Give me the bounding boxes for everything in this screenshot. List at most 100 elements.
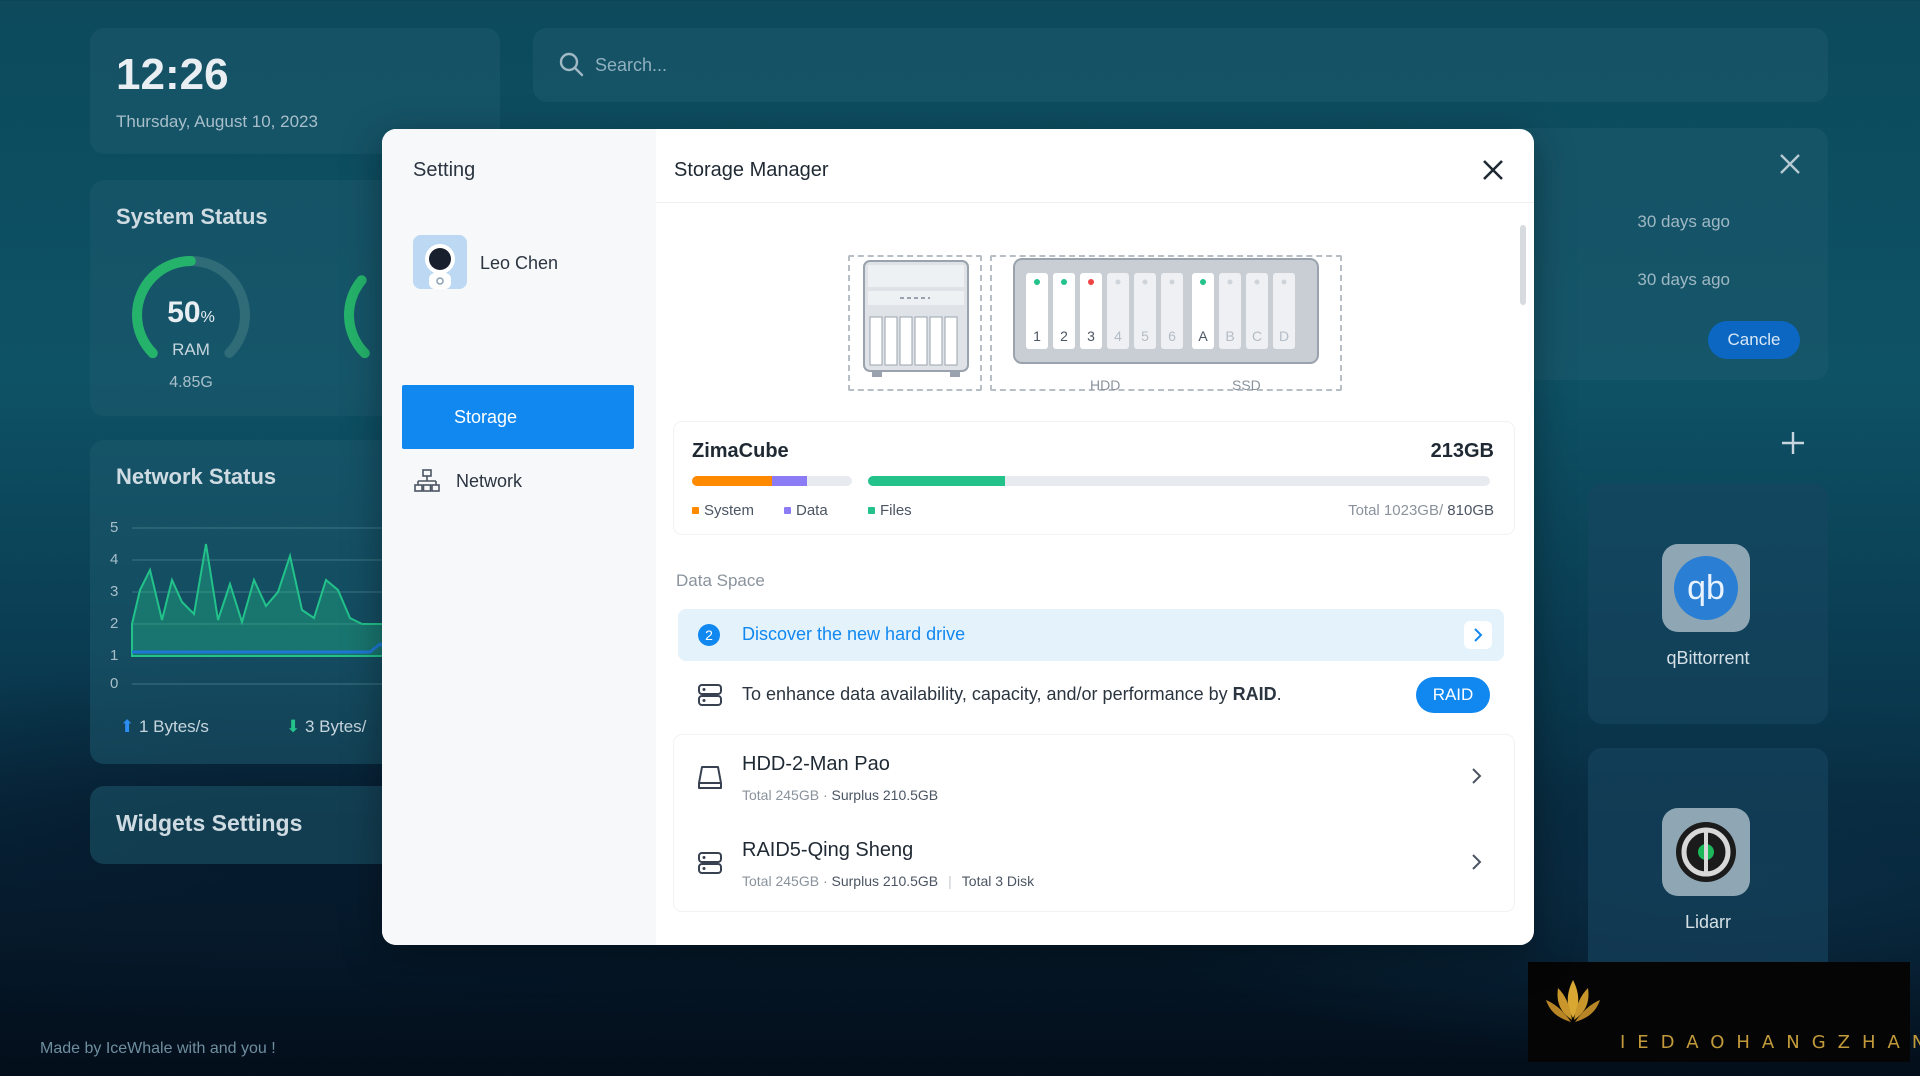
ssd-slot-label: D	[1279, 328, 1289, 344]
files-usage-bar	[868, 476, 1490, 486]
notification-time: 30 days ago	[1637, 270, 1730, 289]
sidebar-item-storage[interactable]: Storage	[402, 385, 634, 449]
disk-meta: Total 245GB · Surplus 210.5GB	[742, 787, 939, 803]
device-size: 213GB	[1430, 440, 1494, 462]
add-app-icon[interactable]	[1778, 428, 1808, 458]
notification-panel: 30 days ago 30 days ago Cancle	[1500, 128, 1828, 380]
data-usage-segment	[772, 476, 808, 486]
ssd-slot-label: C	[1252, 328, 1262, 344]
watermark: IEDAOHANGZHAN	[1528, 962, 1920, 1062]
user-name: Leo Chen	[480, 253, 559, 273]
nas-unit-frame	[848, 255, 982, 391]
ram-value: 4.85G	[169, 374, 213, 391]
y-tick: 5	[110, 519, 118, 536]
sidebar-item-network[interactable]: Network	[402, 449, 634, 513]
notification-time: 30 days ago	[1637, 212, 1730, 231]
legend-files: Files	[868, 502, 912, 519]
footer-credit: Made by IceWhale with and you !	[40, 1040, 276, 1057]
qbittorrent-icon: qb	[1662, 544, 1750, 632]
list-item[interactable]: HDD-2-Man Pao Total 245GB · Surplus 210.…	[674, 735, 1514, 821]
close-icon[interactable]	[1480, 157, 1506, 183]
cancel-button[interactable]: Cancle	[1708, 321, 1800, 359]
ram-percent: 50%	[167, 296, 215, 329]
ram-label: RAM	[172, 340, 210, 359]
raid-hint-row: To enhance data availability, capacity, …	[678, 669, 1504, 721]
clock-time: 12:26	[116, 50, 229, 99]
disk-bays-frame: 1 2 3 4 5 6 A B C D HDD SSD	[990, 255, 1342, 393]
lotus-logo-icon	[1546, 980, 1600, 1022]
files-usage-segment	[868, 476, 1005, 486]
hdd-slot-label: 3	[1087, 328, 1095, 344]
hdd-slot-label: 4	[1114, 328, 1122, 344]
discover-text: Discover the new hard drive	[742, 624, 966, 644]
system-usage-segment	[692, 476, 772, 486]
hdd-label: HDD	[1090, 377, 1121, 393]
list-item[interactable]: RAID5-Qing Sheng Total 245GB · Surplus 2…	[674, 821, 1514, 907]
raid-icon	[698, 852, 722, 874]
disk-name: HDD-2-Man Pao	[742, 753, 890, 775]
info-badge-icon: 2	[698, 624, 720, 646]
qbittorrent-icon-text: qb	[1687, 569, 1725, 607]
ssd-label: SSD	[1232, 377, 1261, 393]
hdd-slot-label: 1	[1033, 328, 1041, 344]
system-status-title: System Status	[116, 204, 268, 229]
upload-rate: ⬆ 1 Bytes/s	[120, 717, 209, 736]
chevron-right-icon[interactable]	[1468, 851, 1486, 873]
download-rate: ⬇ 3 Bytes/	[286, 717, 367, 736]
ssd-slot-label: A	[1198, 328, 1208, 344]
disk-list: HDD-2-Man Pao Total 245GB · Surplus 210.…	[674, 735, 1514, 911]
y-tick: 1	[110, 647, 118, 664]
watermark-text: IEDAOHANGZHAN	[1620, 1032, 1920, 1053]
sidebar-item-label: Storage	[454, 406, 518, 427]
y-tick: 2	[110, 615, 118, 632]
legend-system: System	[692, 502, 754, 519]
system-data-usage-bar	[692, 476, 852, 486]
app-label: Lidarr	[1684, 912, 1732, 932]
nas-unit-icon	[863, 260, 969, 377]
sidebar-item-label: Network	[456, 470, 523, 491]
app-tile-qbittorrent[interactable]: qb qBittorrent	[1588, 484, 1828, 724]
disk-bays-icon: 1 2 3 4 5 6 A B C D	[1013, 258, 1319, 364]
storage-icon	[698, 684, 722, 706]
hdd-slot-label: 5	[1141, 328, 1149, 344]
y-tick: 3	[110, 583, 118, 600]
device-total: Total 1023GB/ 810GB	[1348, 502, 1494, 519]
device-usage-panel: ZimaCube 213GB System Data Files Total 1…	[674, 422, 1514, 534]
settings-sidebar: Setting Leo Chen Storage Network	[382, 129, 656, 945]
scrollbar[interactable]	[1520, 225, 1526, 305]
settings-dialog: Setting Leo Chen Storage Network Storage…	[382, 129, 1534, 945]
raid-button[interactable]: RAID	[1416, 677, 1490, 713]
settings-title: Setting	[413, 159, 476, 181]
storage-manager-header: Storage Manager	[656, 129, 1534, 203]
avatar[interactable]	[413, 235, 467, 289]
disk-meta: Total 245GB · Surplus 210.5GB | Total 3 Di…	[742, 873, 1035, 889]
raid-hint-text: To enhance data availability, capacity, …	[742, 684, 1282, 704]
close-icon[interactable]	[1776, 150, 1804, 178]
search-bar[interactable]	[533, 28, 1828, 102]
disk-name: RAID5-Qing Sheng	[742, 839, 914, 861]
device-name: ZimaCube	[692, 440, 789, 462]
search-icon	[559, 52, 584, 77]
discover-new-drive-banner[interactable]: 2 Discover the new hard drive	[678, 609, 1504, 661]
data-space-heading: Data Space	[676, 571, 765, 590]
clock-date: Thursday, August 10, 2023	[116, 112, 318, 131]
app-label: qBittorrent	[1666, 648, 1750, 668]
lidarr-icon	[1662, 808, 1750, 896]
hdd-slot-label: 2	[1060, 328, 1068, 344]
hdd-slot-label: 6	[1168, 328, 1176, 344]
hdd-icon	[698, 766, 722, 789]
storage-manager-panel: Storage Manager 1 2 3 4 5 6 A B C D HDD …	[656, 129, 1534, 945]
network-icon	[414, 469, 440, 492]
widgets-settings-title: Widgets Settings	[116, 810, 303, 836]
y-tick: 4	[110, 551, 118, 568]
app-tile-lidarr[interactable]: Lidarr	[1588, 748, 1828, 988]
chevron-right-icon[interactable]	[1464, 621, 1492, 649]
device-diagram: 1 2 3 4 5 6 A B C D HDD SSD	[848, 255, 1344, 393]
storage-manager-title: Storage Manager	[674, 159, 829, 181]
search-input[interactable]	[595, 48, 1195, 82]
network-status-title: Network Status	[116, 464, 277, 489]
ssd-slot-label: B	[1225, 328, 1234, 344]
legend-data: Data	[784, 502, 828, 519]
chevron-right-icon[interactable]	[1468, 765, 1486, 787]
y-tick: 0	[110, 675, 118, 690]
